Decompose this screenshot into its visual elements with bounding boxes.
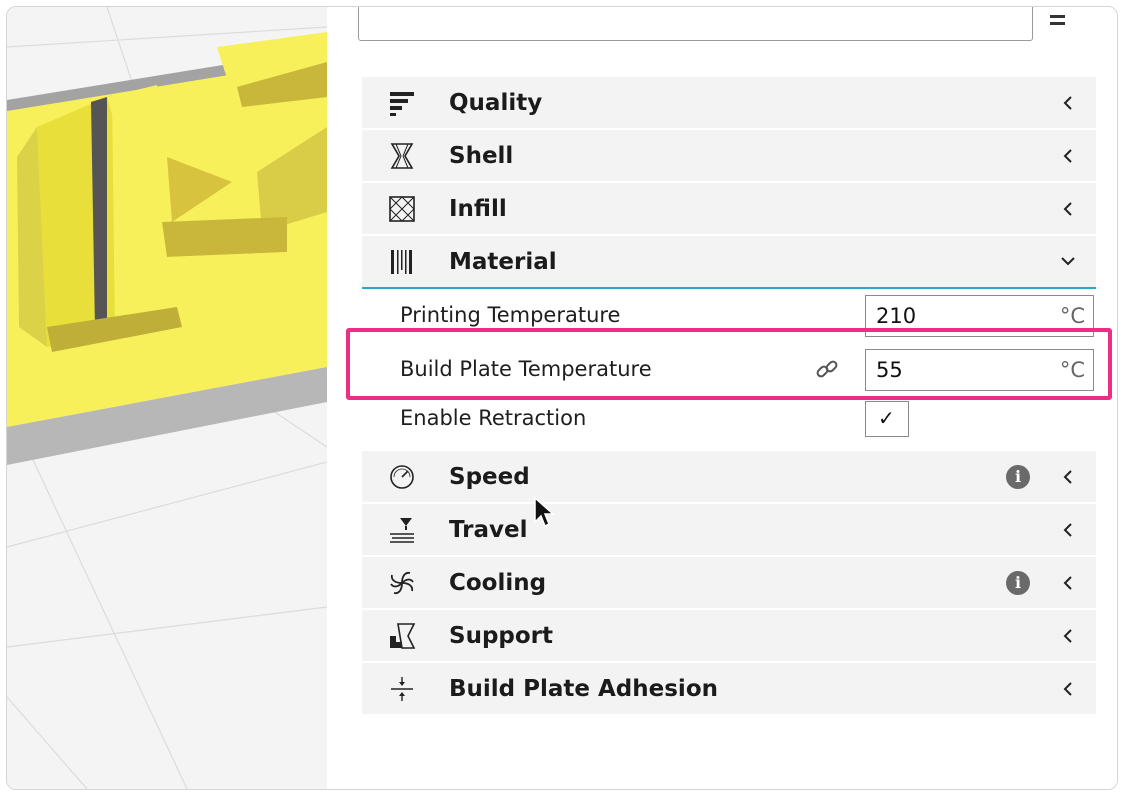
support-icon	[388, 622, 416, 650]
settings-search-input[interactable]	[358, 7, 1033, 41]
category-label: Speed	[449, 463, 530, 490]
setting-label: Enable Retraction	[400, 406, 587, 430]
chevron-left-icon	[1061, 680, 1075, 698]
fan-icon	[388, 569, 416, 597]
setting-enable-retraction: Enable Retraction ✓	[362, 397, 1096, 451]
category-shell[interactable]: Shell	[362, 130, 1096, 183]
category-label: Build Plate Adhesion	[449, 675, 718, 702]
travel-icon	[388, 516, 416, 544]
chevron-left-icon	[1061, 521, 1075, 539]
category-label: Support	[449, 622, 554, 649]
field-unit: °C	[1059, 304, 1085, 328]
category-label: Cooling	[449, 569, 547, 596]
infill-icon	[388, 195, 416, 223]
build-plate-scene	[7, 7, 327, 789]
category-material[interactable]: Material	[362, 236, 1096, 289]
chevron-left-icon	[1061, 200, 1075, 218]
chevron-down-icon	[1059, 252, 1077, 270]
category-label: Quality	[449, 89, 543, 116]
category-speed[interactable]: Speed i	[362, 451, 1096, 504]
mouse-cursor-icon	[533, 496, 559, 530]
category-infill[interactable]: Infill	[362, 183, 1096, 236]
category-support[interactable]: Support	[362, 610, 1096, 663]
chevron-left-icon	[1061, 627, 1075, 645]
info-icon[interactable]: i	[1006, 465, 1030, 489]
setting-label: Printing Temperature	[400, 303, 621, 327]
category-quality[interactable]: Quality	[362, 77, 1096, 130]
chevron-left-icon	[1061, 574, 1075, 592]
menu-icon[interactable]	[1050, 13, 1072, 29]
category-label: Shell	[449, 142, 514, 169]
chevron-left-icon	[1061, 94, 1075, 112]
category-build-plate-adhesion[interactable]: Build Plate Adhesion	[362, 663, 1096, 716]
field-value: 210	[876, 304, 917, 328]
adhesion-icon	[388, 675, 416, 703]
checkmark-icon: ✓	[878, 406, 895, 430]
3d-viewport[interactable]	[7, 7, 327, 789]
category-label: Infill	[449, 195, 507, 222]
speedometer-icon	[388, 463, 416, 491]
material-icon	[388, 248, 416, 276]
category-travel[interactable]: Travel	[362, 504, 1096, 557]
chevron-left-icon	[1061, 468, 1075, 486]
enable-retraction-checkbox[interactable]: ✓	[865, 401, 909, 437]
highlight-box	[346, 328, 1112, 400]
quality-icon	[388, 89, 416, 117]
category-cooling[interactable]: Cooling i	[362, 557, 1096, 610]
chevron-left-icon	[1061, 147, 1075, 165]
category-label: Material	[449, 248, 557, 275]
info-icon[interactable]: i	[1006, 571, 1030, 595]
category-label: Travel	[449, 516, 528, 543]
shell-icon	[388, 142, 416, 170]
